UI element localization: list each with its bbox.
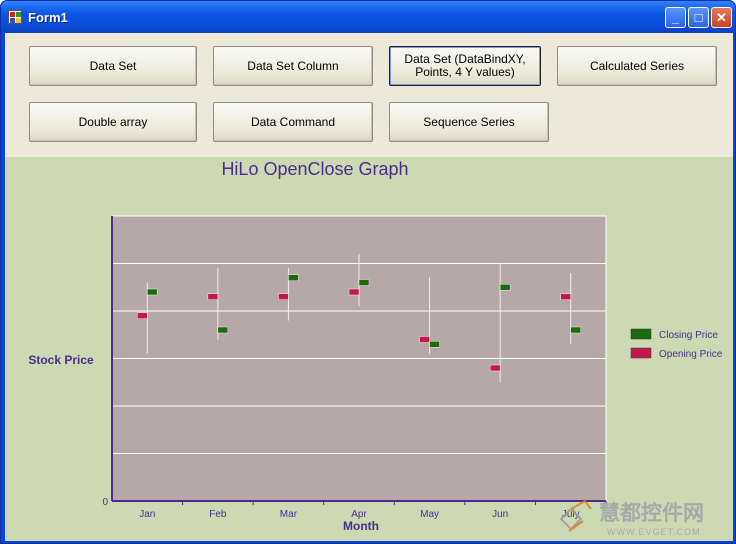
legend-swatch-0	[630, 328, 652, 340]
calculated-series-button[interactable]: Calculated Series	[557, 46, 717, 86]
close-button[interactable]: ✕	[711, 7, 732, 28]
maximize-button[interactable]: □	[688, 7, 709, 28]
close-mark-july	[570, 326, 581, 334]
data-set-button[interactable]: Data Set	[29, 46, 197, 86]
watermark-brand: 慧都控件网	[599, 501, 704, 525]
close-mark-jan	[147, 288, 158, 296]
chart-panel: HiLo OpenClose Graph Jan Feb Mar Apr May Jun J…	[5, 157, 733, 541]
app-window: Form1 _ □ ✕ Data Set Data Set Column Dat…	[0, 0, 736, 544]
open-mark-jan	[137, 312, 148, 319]
data-command-button[interactable]: Data Command	[213, 102, 373, 142]
close-mark-feb	[217, 326, 229, 334]
x-tick-label-may: May	[420, 509, 439, 520]
open-mark-mar	[278, 293, 289, 300]
y-tick-label-0: 0	[102, 497, 108, 508]
chart-title: HiLo OpenClose Graph	[221, 159, 408, 179]
sequence-series-button[interactable]: Sequence Series	[389, 102, 549, 142]
legend-label-0: Closing Price	[659, 330, 718, 341]
x-tick-label-jan: Jan	[139, 509, 155, 520]
open-mark-may	[419, 336, 430, 343]
close-mark-mar	[288, 274, 299, 281]
close-mark-jun	[499, 284, 511, 291]
window-title: Form1	[28, 10, 68, 25]
x-tick-label-mar: Mar	[280, 509, 298, 520]
close-mark-may	[429, 341, 440, 348]
watermark-logo: 慧都控件网 WWW.EVGET.COM	[559, 499, 704, 537]
close-mark-apr	[358, 279, 370, 286]
x-tick-label-feb: Feb	[209, 509, 227, 520]
open-mark-jun	[489, 364, 501, 372]
x-axis-label: Month	[343, 519, 379, 533]
legend-swatch-1	[630, 347, 652, 359]
watermark-url: WWW.EVGET.COM	[607, 527, 701, 537]
open-mark-apr	[348, 288, 360, 296]
data-set-column-button[interactable]: Data Set Column	[213, 46, 373, 86]
legend-label-1: Opening Price	[659, 349, 723, 360]
title-bar[interactable]: Form1 _ □ ✕	[1, 1, 735, 33]
data-set-databind-button[interactable]: Data Set (DataBindXY, Points, 4 Y values…	[389, 46, 541, 86]
hilo-chart: HiLo OpenClose Graph Jan Feb Mar Apr May Jun J…	[28, 159, 723, 533]
app-icon	[8, 10, 22, 24]
minimize-button[interactable]: _	[665, 7, 686, 28]
x-tick-label-jun: Jun	[492, 509, 508, 520]
y-axis-label: Stock Price	[28, 353, 94, 367]
double-array-button[interactable]: Double array	[29, 102, 197, 142]
open-mark-july	[560, 293, 571, 300]
watermark-icon	[559, 499, 592, 532]
open-mark-feb	[207, 293, 219, 300]
